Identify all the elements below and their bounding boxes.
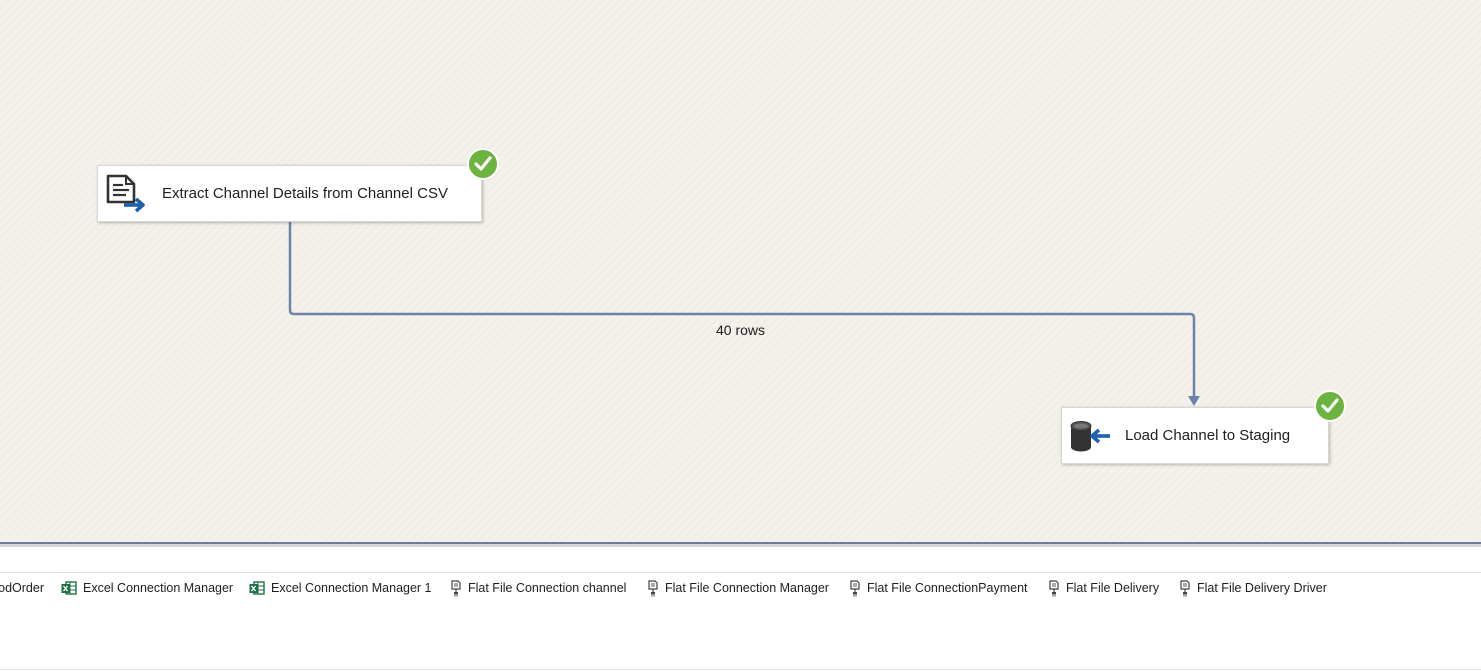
- success-check-icon: [467, 148, 499, 180]
- connection-manager-label: Flat File Connection channel: [468, 581, 627, 595]
- flat-file-connection-icon: [1180, 579, 1190, 596]
- connection-manager-label: Flat File Delivery Driver: [1197, 581, 1327, 595]
- connection-manager-item[interactable]: Excel Connection Manager 1: [249, 579, 432, 597]
- connection-manager-item[interactable]: Flat File ConnectionPayment: [849, 579, 1028, 597]
- tray-bottom-divider: [0, 669, 1481, 670]
- connection-manager-label: odOrder: [0, 581, 44, 595]
- flat-file-connection-icon: [850, 579, 860, 596]
- task-label: Load Channel to Staging: [1125, 427, 1291, 444]
- excel-connection-icon: [249, 581, 265, 595]
- flat-file-source-icon: [106, 174, 145, 213]
- connection-manager-item[interactable]: Flat File Connection channel: [450, 579, 626, 597]
- connection-manager-label: Excel Connection Manager: [83, 581, 234, 595]
- flat-file-connection-icon: [1049, 579, 1059, 596]
- connection-manager-item[interactable]: Flat File Delivery: [1048, 579, 1159, 597]
- flat-file-connection-icon: [451, 579, 461, 596]
- data-path-row-count: 40 rows: [716, 322, 766, 338]
- connection-manager-label: Flat File Connection Manager: [665, 581, 829, 595]
- connection-manager-item[interactable]: Excel Connection Manager: [61, 579, 233, 597]
- excel-connection-icon: [61, 581, 77, 595]
- connection-managers-tray[interactable]: odOrder Excel Connection Manager Excel C…: [0, 573, 1481, 669]
- connection-manager-item[interactable]: odOrder: [0, 579, 44, 597]
- pane-splitter-shadow: [0, 544, 1481, 547]
- task-load-channel-to-staging[interactable]: Load Channel to Staging: [1061, 407, 1329, 464]
- task-extract-channel-details[interactable]: Extract Channel Details from Channel CSV: [97, 165, 482, 222]
- task-label: Extract Channel Details from Channel CSV: [162, 185, 448, 202]
- connection-manager-label: Flat File Delivery: [1066, 581, 1160, 595]
- connection-manager-item[interactable]: Flat File Delivery Driver: [1179, 579, 1327, 597]
- success-check-icon: [1314, 390, 1346, 422]
- flat-file-connection-icon: [648, 579, 658, 596]
- connection-manager-label: Excel Connection Manager 1: [271, 581, 432, 595]
- ole-db-destination-icon: [1070, 421, 1110, 452]
- connection-manager-label: Flat File ConnectionPayment: [867, 581, 1028, 595]
- connection-manager-item[interactable]: Flat File Connection Manager: [647, 579, 829, 597]
